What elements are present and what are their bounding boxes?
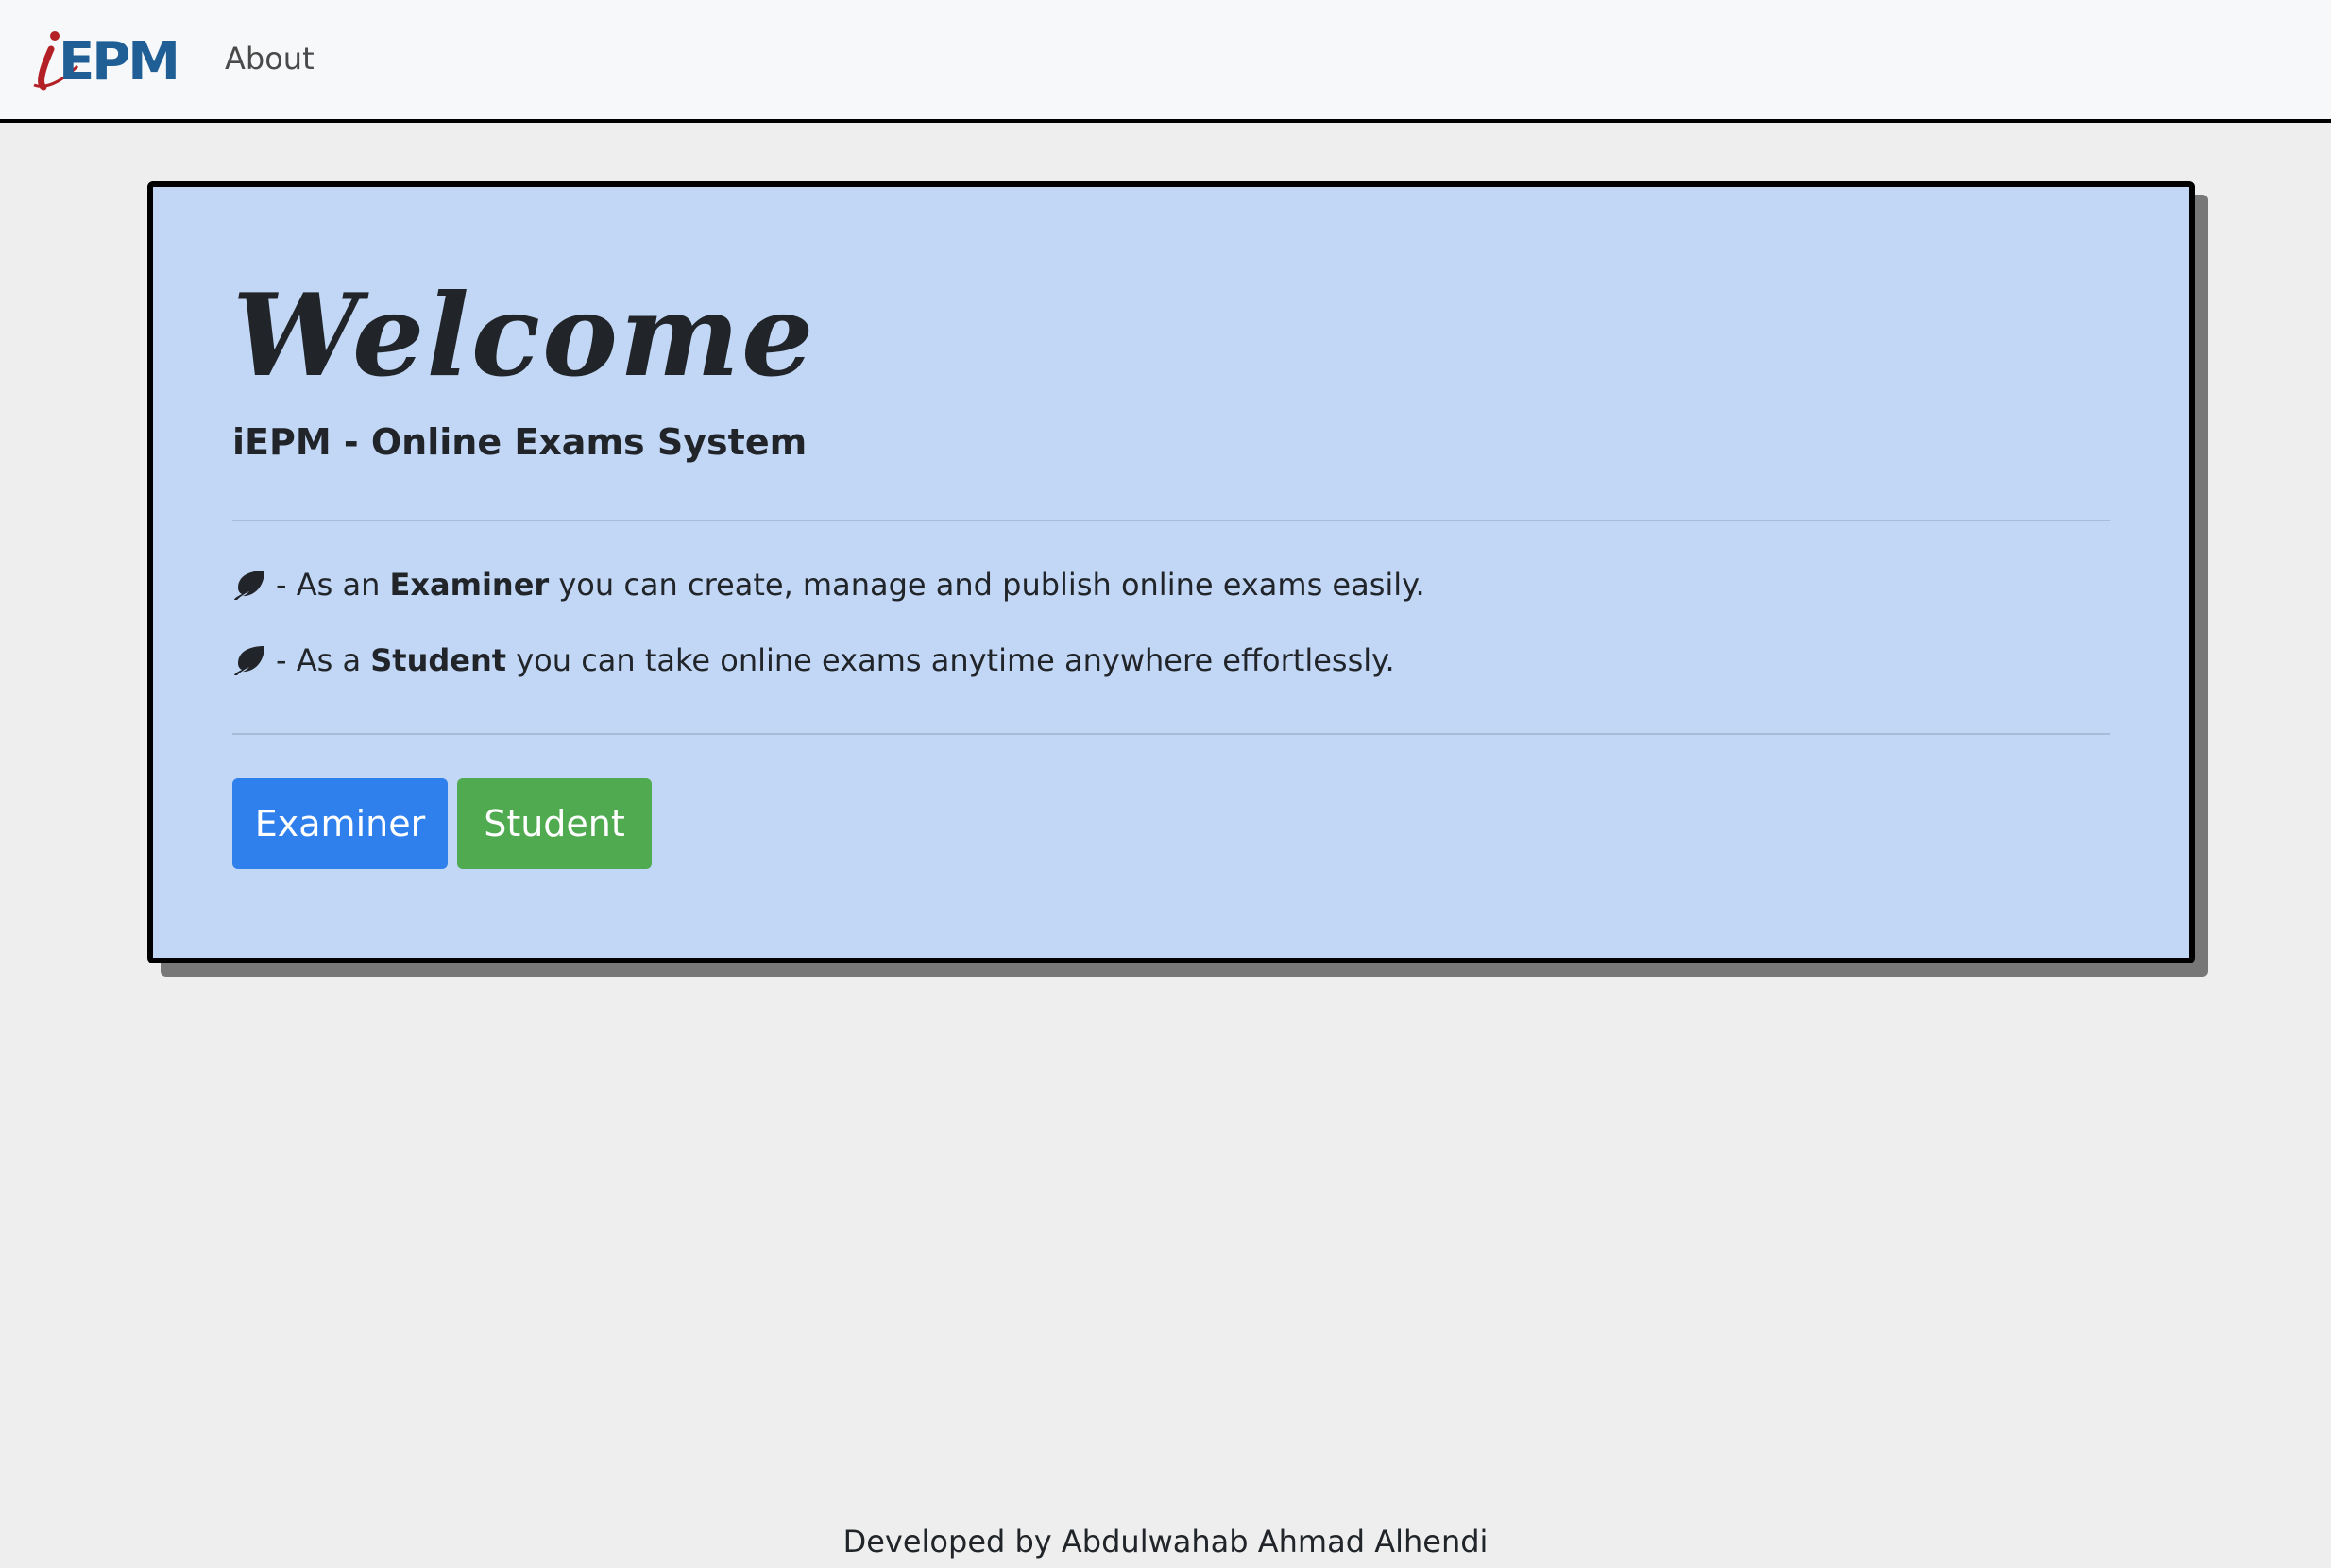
feature-prefix: - As an xyxy=(276,567,390,603)
leaf-icon xyxy=(234,646,264,675)
student-button[interactable]: Student xyxy=(457,778,652,869)
navbar: EPM About xyxy=(0,0,2331,123)
feature-student: - As a Student you can take online exams… xyxy=(232,640,1395,680)
iepm-logo[interactable]: EPM xyxy=(30,28,181,91)
welcome-card: Welcome iEPM - Online Exams System - As … xyxy=(147,181,2195,963)
svg-text:EPM: EPM xyxy=(59,31,178,91)
divider xyxy=(232,733,2110,735)
divider xyxy=(232,520,2110,521)
feature-prefix: - As a xyxy=(276,642,371,678)
feature-examiner: - As an Examiner you can create, manage … xyxy=(232,565,1425,605)
feature-suffix: you can create, manage and publish onlin… xyxy=(549,567,1425,603)
feature-emphasis: Student xyxy=(370,642,507,678)
page-subtitle: iEPM - Online Exams System xyxy=(232,421,808,463)
leaf-icon xyxy=(234,571,264,600)
feature-suffix: you can take online exams anytime anywhe… xyxy=(506,642,1395,678)
welcome-heading: Welcome xyxy=(232,269,816,402)
footer-credit: Developed by Abdulwahab Ahmad Alhendi xyxy=(842,1524,1489,1559)
feature-emphasis: Examiner xyxy=(389,567,550,603)
nav-link-about[interactable]: About xyxy=(225,40,315,77)
examiner-button[interactable]: Examiner xyxy=(232,778,448,869)
